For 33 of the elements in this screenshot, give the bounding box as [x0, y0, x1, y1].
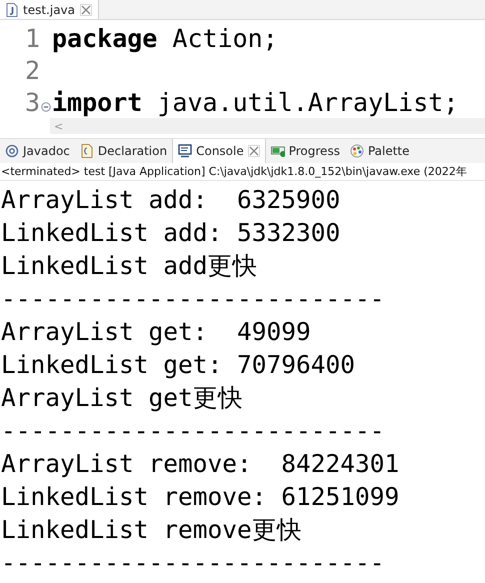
console-output-line: LinkedList remove更快: [0, 514, 303, 546]
document-icon: [80, 144, 94, 158]
line-number: 2: [24, 56, 40, 84]
console-output-line: LinkedList add: 5332300: [0, 217, 342, 249]
console-output-line: --------------------------: [0, 547, 386, 579]
console-output-line: ArrayList add: 6325900: [0, 184, 342, 216]
line-number: 3: [24, 88, 40, 116]
code-line: package Action;: [52, 24, 278, 52]
console-output-line: ArrayList remove: 84224301: [0, 448, 400, 480]
console-output-line: --------------------------: [0, 415, 386, 447]
editor-tab[interactable]: test.java: [0, 0, 100, 19]
close-icon: [80, 4, 92, 16]
console-output-line: LinkedList get: 70796400: [0, 349, 356, 381]
console-output-line: ArrayList get: 49099: [0, 316, 312, 348]
console-output-line: LinkedList add更快: [0, 250, 259, 282]
view-tab[interactable]: Palette: [344, 139, 415, 163]
collapse-icon: [41, 102, 51, 112]
view-tab[interactable]: Declaration: [74, 139, 172, 163]
close-icon: [248, 145, 260, 157]
code-editor[interactable]: 1 package Action; 2 3 import java.util.ArrayList;: [0, 20, 485, 118]
progress-bar-icon: [270, 144, 285, 158]
view-tab[interactable]: Javadoc: [0, 139, 75, 163]
palette-icon: [350, 144, 364, 158]
view-tab[interactable]: Console: [172, 139, 266, 163]
console-output-line: ArrayList get更快: [0, 382, 244, 414]
code-line: import java.util.ArrayList;: [52, 88, 458, 116]
line-number: 1: [24, 24, 40, 52]
console-status: <terminated> test [Java Application] C:\java\jdk\jdk1.8.0_152\bin\javaw.exe (2022年: [0, 163, 485, 181]
java-file-icon: [6, 2, 18, 16]
console-output-line: LinkedList remove: 61251099: [0, 481, 400, 513]
monitor-icon: [178, 144, 192, 158]
view-tab[interactable]: Progress: [266, 139, 345, 163]
console-output-line: --------------------------: [0, 283, 386, 315]
